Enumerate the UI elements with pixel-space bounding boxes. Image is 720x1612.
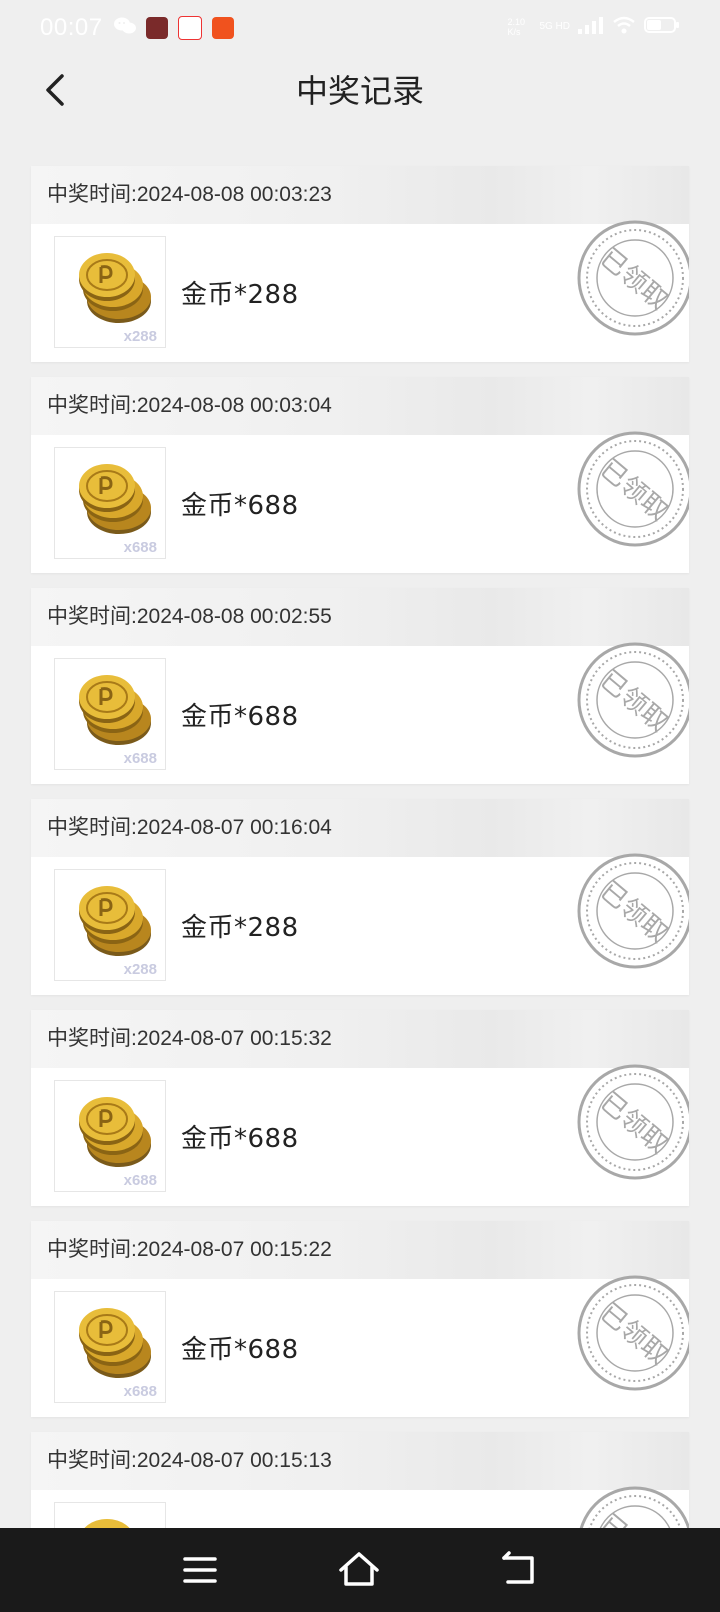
- status-bar: 00:07 2.10 K/s 5G HD: [0, 0, 720, 56]
- home-button[interactable]: [337, 1548, 381, 1592]
- gold-coins-icon: [79, 1308, 151, 1378]
- prize-name: 金币*288: [181, 280, 299, 310]
- record-card[interactable]: 中奖时间:2024-08-08 00:03:23 x288 金币*288 已领取: [31, 166, 689, 362]
- wifi-icon: [612, 16, 636, 37]
- claimed-stamp-icon: 已领取: [577, 1064, 689, 1180]
- gold-coins-icon: [79, 464, 151, 534]
- home-icon: [339, 1552, 379, 1586]
- prize-quantity: x688: [123, 750, 157, 767]
- system-icons: 2.10 K/s 5G HD: [507, 16, 680, 37]
- wechat-icon: [114, 16, 136, 40]
- menu-icon: [183, 1557, 217, 1583]
- record-card[interactable]: 中奖时间:2024-08-07 00:15:13 已领取: [31, 1432, 689, 1530]
- claimed-stamp-icon: 已领取: [577, 220, 689, 336]
- gold-coins-icon: [79, 1097, 151, 1167]
- prize-name: 金币*688: [181, 491, 299, 521]
- app-icon-red: [178, 16, 202, 40]
- page-title: 中奖记录: [295, 72, 424, 110]
- stamp-text: 已领取: [594, 243, 673, 316]
- return-icon: [502, 1551, 534, 1584]
- prize-quantity: x688: [123, 1383, 157, 1400]
- prize-quantity: x288: [123, 328, 157, 345]
- prize-quantity: x288: [123, 961, 157, 978]
- gold-coins-icon: [79, 253, 151, 323]
- prize-name: 金币*288: [181, 913, 299, 943]
- record-list: 中奖时间:2024-08-08 00:03:23 x288 金币*288 已领取: [31, 166, 689, 1545]
- battery-icon: [644, 16, 680, 37]
- claimed-stamp-icon: 已领取: [577, 431, 689, 547]
- record-body: x288 金币*288 已领取: [31, 220, 689, 362]
- stamp-text: 已领取: [594, 1298, 673, 1371]
- net-speed: 2.10 K/s: [507, 16, 525, 37]
- prize-name: 金币*688: [181, 1335, 299, 1365]
- claimed-stamp-icon: 已领取: [577, 642, 689, 758]
- prize-thumbnail: x688: [54, 1291, 166, 1403]
- prize-quantity: x688: [123, 539, 157, 556]
- stamp-text: 已领取: [594, 454, 673, 527]
- record-card[interactable]: 中奖时间:2024-08-07 00:15:22 x688 金币*688 已领取: [31, 1221, 689, 1417]
- menu-button[interactable]: [178, 1548, 222, 1592]
- record-body: 已领取: [31, 1486, 689, 1530]
- record-body: x688 金币*688 已领取: [31, 1275, 689, 1417]
- record-card[interactable]: 中奖时间:2024-08-07 00:15:32 x688 金币*688 已领取: [31, 1010, 689, 1206]
- record-body: x688 金币*688 已领取: [31, 642, 689, 784]
- record-card[interactable]: 中奖时间:2024-08-08 00:02:55 x688 金币*688 已领取: [31, 588, 689, 784]
- gold-coins-icon: [82, 1519, 132, 1530]
- header: 中奖记录: [0, 56, 720, 156]
- record-card[interactable]: 中奖时间:2024-08-07 00:16:04 x288 金币*288 已领取: [31, 799, 689, 995]
- prize-quantity: x688: [123, 1172, 157, 1189]
- record-body: x688 金币*688 已领取: [31, 431, 689, 573]
- prize-thumbnail: x288: [54, 236, 166, 348]
- gold-coins-icon: [79, 675, 151, 745]
- back-nav-button[interactable]: [498, 1548, 542, 1592]
- stamp-text: 已领取: [594, 1509, 673, 1530]
- prize-thumbnail: x688: [54, 658, 166, 770]
- stamp-text: 已领取: [594, 1087, 673, 1160]
- notification-icons: [114, 16, 234, 40]
- stamp-text: 已领取: [594, 665, 673, 738]
- record-card[interactable]: 中奖时间:2024-08-08 00:03:04 x688 金币*688 已领取: [31, 377, 689, 573]
- prize-thumbnail: x688: [54, 447, 166, 559]
- prize-thumbnail: [54, 1502, 166, 1530]
- record-body: x688 金币*688 已领取: [31, 1064, 689, 1206]
- claimed-stamp-icon: 已领取: [577, 1275, 689, 1391]
- status-time: 00:07: [40, 14, 103, 41]
- prize-thumbnail: x288: [54, 869, 166, 981]
- app-icon-orange: [212, 17, 234, 39]
- system-nav-bar: [0, 1528, 720, 1612]
- network-type: 5G HD: [539, 21, 570, 32]
- prize-name: 金币*688: [181, 1124, 299, 1154]
- stamp-text: 已领取: [594, 876, 673, 949]
- signal-icon: [578, 16, 604, 37]
- record-body: x288 金币*288 已领取: [31, 853, 689, 995]
- claimed-stamp-icon: 已领取: [579, 1486, 689, 1530]
- claimed-stamp-icon: 已领取: [577, 853, 689, 969]
- prize-thumbnail: x688: [54, 1080, 166, 1192]
- prize-name: 金币*688: [181, 702, 299, 732]
- app-icon-game: [146, 17, 168, 39]
- gold-coins-icon: [79, 886, 151, 956]
